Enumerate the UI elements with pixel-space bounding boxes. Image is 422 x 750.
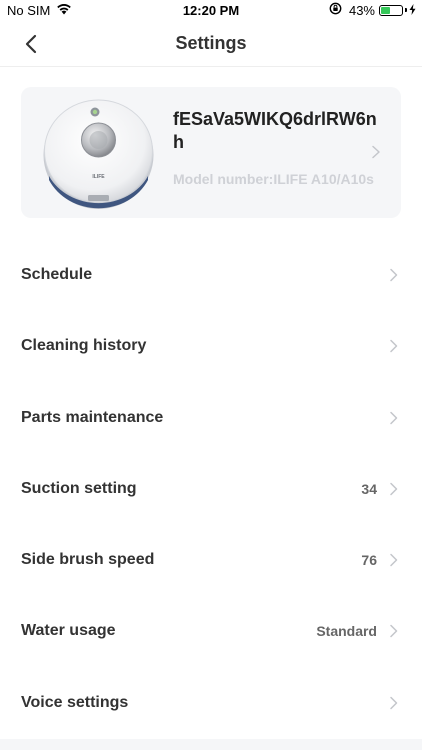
chevron-right-icon	[390, 625, 398, 638]
brand-logo-text: ILIFE	[92, 174, 105, 180]
setting-label: Cleaning history	[21, 337, 147, 355]
setting-value: 34	[361, 480, 377, 497]
page-title: Settings	[175, 33, 247, 53]
setting-label: Side brush speed	[21, 551, 155, 569]
setting-value: 76	[361, 552, 377, 569]
suction-setting-row[interactable]: Suction setting 34	[0, 454, 422, 525]
bottom-strip	[0, 739, 422, 750]
chevron-right-icon	[390, 696, 398, 710]
robot-vacuum-image: ILIFE	[41, 96, 156, 211]
voice-settings-row[interactable]: Voice settings	[0, 668, 422, 739]
device-name: fESaVa5WIKQ6drlRW6nh	[173, 109, 377, 152]
schedule-row[interactable]: Schedule	[0, 240, 422, 311]
chevron-right-icon	[372, 145, 380, 159]
device-model: Model number:ILIFE A10/A10s	[173, 171, 374, 187]
parts-maintenance-row[interactable]: Parts maintenance	[0, 383, 422, 454]
setting-label: Parts maintenance	[21, 408, 164, 426]
chevron-right-icon	[390, 268, 398, 282]
cleaning-history-row[interactable]: Cleaning history	[0, 311, 422, 382]
nav-bar: Settings	[0, 22, 422, 67]
settings-list: Schedule Cleaning history Parts maintena…	[0, 240, 422, 739]
setting-value: Standard	[316, 623, 377, 640]
status-bar: No SIM 12:20 PM 43%	[0, 0, 422, 22]
side-brush-speed-row[interactable]: Side brush speed 76	[0, 525, 422, 596]
setting-label: Schedule	[21, 266, 93, 283]
water-usage-row[interactable]: Water usage Standard	[0, 596, 422, 667]
battery-icon	[379, 4, 403, 16]
setting-label: Voice settings	[21, 693, 129, 711]
charging-bolt-icon	[409, 3, 416, 18]
chevron-right-icon	[390, 411, 398, 424]
rotation-lock-icon	[329, 2, 342, 18]
battery-tip	[405, 8, 407, 12]
setting-label: Suction setting	[21, 479, 137, 497]
battery-percent: 43%	[348, 2, 375, 18]
status-right: 43%	[329, 2, 416, 18]
chevron-right-icon	[390, 340, 398, 353]
setting-label: Water usage	[21, 622, 116, 640]
chevron-right-icon	[390, 482, 398, 496]
chevron-right-icon	[390, 553, 398, 567]
battery-level	[381, 6, 390, 14]
device-card[interactable]: ILIFE fESaVa5WIKQ6drlRW6nh Model number:…	[21, 87, 401, 218]
